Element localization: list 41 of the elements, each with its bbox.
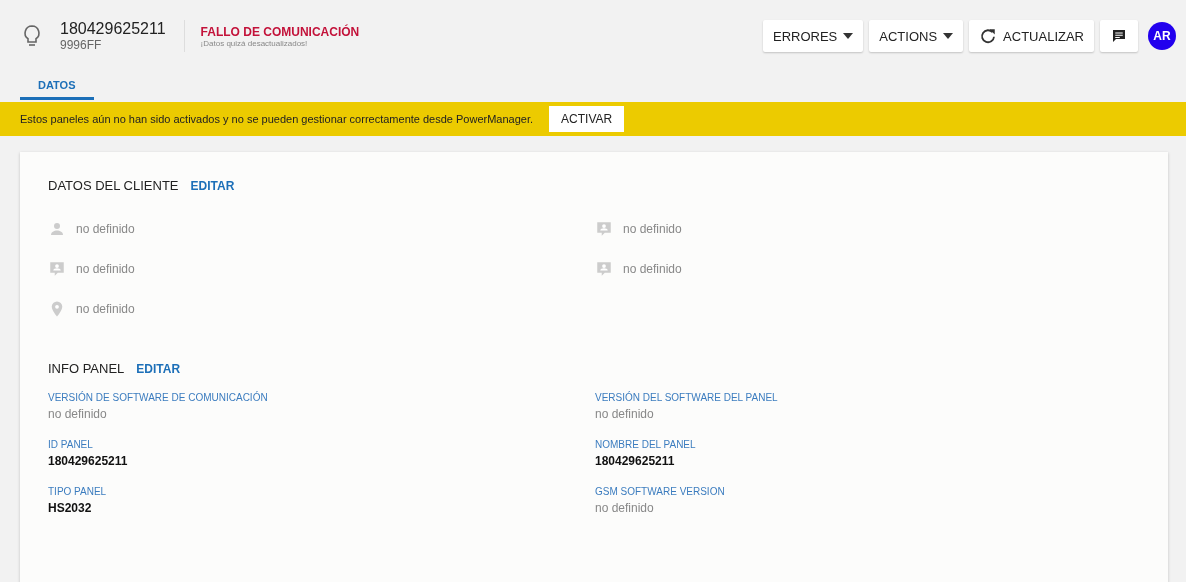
field-value: no definido: [595, 501, 655, 515]
field-label: VERSIÓN DEL SOFTWARE DEL PANEL: [595, 392, 779, 403]
refresh-icon: [979, 27, 998, 45]
lightbulb-icon: [22, 24, 42, 48]
person-icon: [48, 220, 66, 238]
user-avatar[interactable]: AR: [1148, 22, 1176, 50]
section-title: DATOS DEL CLIENTE: [48, 178, 179, 193]
field-value: no definido: [623, 222, 682, 236]
field-value: no definido: [76, 262, 135, 276]
field-value: no definido: [595, 407, 655, 421]
field-label: TIPO PANEL: [48, 486, 108, 497]
caret-icon: [943, 33, 954, 39]
caret-icon: [843, 33, 854, 39]
chat-button[interactable]: [1100, 20, 1138, 52]
contact-icon: [595, 260, 613, 278]
refresh-button[interactable]: ACTUALIZAR: [969, 20, 1094, 52]
contact-icon: [48, 260, 66, 278]
banner-message: Estos paneles aún no han sido activados y no se pueden gestionar correctamente desde PowerManager.: [20, 113, 534, 125]
field-label: GSM SOFTWARE VERSION: [595, 486, 726, 497]
field-label: ID PANEL: [48, 439, 94, 450]
field-value: no definido: [76, 302, 135, 316]
activate-button[interactable]: ACTIVAR: [549, 106, 625, 132]
field-value: no definido: [48, 407, 108, 421]
field-label: NOMBRE DEL PANEL: [595, 439, 697, 450]
field-value: no definido: [76, 222, 135, 236]
menu-button[interactable]: ERRORES: [763, 20, 864, 52]
status-note: ¡Datos quizá desactualizados!: [200, 38, 309, 48]
panel-id: 180429625211: [60, 20, 166, 38]
field-value: 180429625211: [595, 454, 676, 468]
contact-icon: [595, 220, 613, 238]
menu-button[interactable]: ACTIONS: [869, 20, 964, 52]
edit-link[interactable]: EDITAR: [136, 362, 181, 376]
field-label: VERSIÓN DE SOFTWARE DE COMUNICACIÓN: [48, 392, 269, 403]
panel-code: 9996FF: [60, 38, 103, 52]
chat-icon: [1110, 27, 1128, 45]
section-title: INFO PANEL: [48, 361, 125, 376]
edit-link[interactable]: EDITAR: [190, 179, 235, 193]
status-text: FALLO DE COMUNICACIÓN: [200, 24, 360, 39]
field-value: no definido: [623, 262, 682, 276]
field-value: 180429625211: [48, 454, 129, 468]
field-value: HS2032: [48, 501, 93, 515]
